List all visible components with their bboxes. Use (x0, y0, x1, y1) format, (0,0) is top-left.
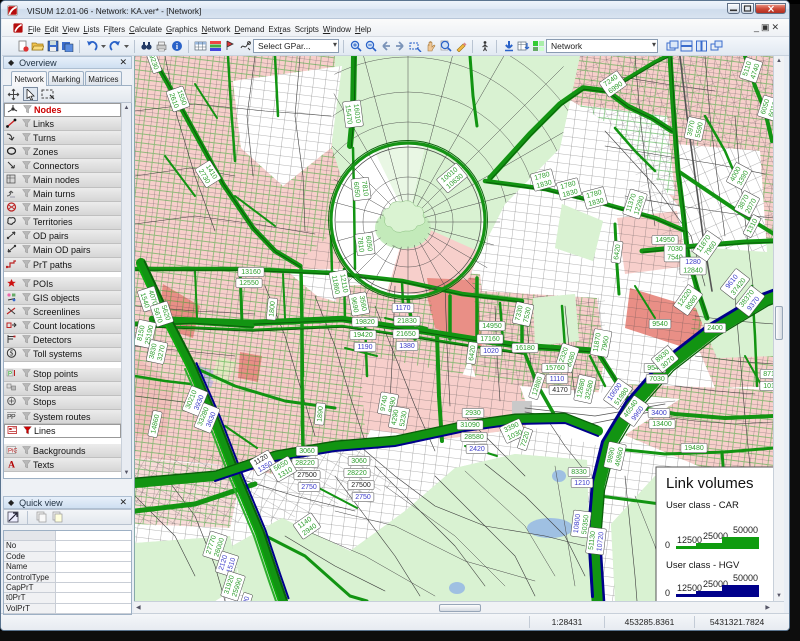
svg-text:Link volumes: Link volumes (666, 475, 754, 492)
svg-text:12550: 12550 (239, 280, 259, 287)
svg-text:13400: 13400 (652, 421, 672, 428)
svg-text:2750: 2750 (355, 494, 371, 501)
svg-text:2400: 2400 (707, 325, 723, 332)
svg-text:28220: 28220 (295, 460, 315, 467)
svg-text:1020: 1020 (483, 348, 499, 355)
svg-text:28580: 28580 (464, 434, 484, 441)
svg-text:A: A (8, 460, 15, 469)
svg-text:19820: 19820 (355, 319, 375, 326)
svg-text:13160: 13160 (241, 269, 261, 276)
svg-text:1170: 1170 (395, 305, 410, 312)
svg-text:21650: 21650 (396, 331, 416, 338)
svg-text:14950: 14950 (655, 237, 675, 244)
svg-text:27500: 27500 (297, 472, 317, 479)
svg-text:7030: 7030 (667, 246, 683, 253)
svg-text:PiG: PiG (8, 448, 17, 454)
svg-text:P: P (11, 414, 16, 421)
svg-text:7030: 7030 (649, 376, 665, 383)
svg-text:28220: 28220 (347, 470, 367, 477)
svg-text:27500: 27500 (351, 482, 371, 489)
svg-text:19420: 19420 (353, 332, 373, 339)
svg-text:12840: 12840 (683, 267, 703, 274)
svg-text:0: 0 (665, 588, 670, 598)
svg-text:0: 0 (665, 540, 670, 550)
svg-text:19480: 19480 (684, 445, 704, 452)
svg-text:2750: 2750 (301, 484, 317, 491)
svg-text:31090: 31090 (460, 422, 480, 429)
svg-text:17160: 17160 (480, 336, 500, 343)
svg-text:User class - HGV: User class - HGV (666, 560, 740, 571)
svg-text:3400: 3400 (651, 410, 667, 417)
svg-text:$: $ (10, 349, 14, 358)
svg-text:9540: 9540 (652, 321, 668, 328)
svg-text:1890: 1890 (317, 406, 325, 422)
svg-text:1110: 1110 (550, 376, 565, 383)
svg-text:15760: 15760 (545, 365, 565, 372)
svg-text:4170: 4170 (552, 387, 568, 394)
svg-text:1380: 1380 (399, 343, 415, 350)
svg-text:User class - CAR: User class - CAR (666, 500, 739, 511)
svg-text:1800: 1800 (269, 301, 277, 317)
svg-text:1190: 1190 (357, 344, 372, 351)
svg-text:1280: 1280 (685, 259, 701, 266)
svg-text:50000: 50000 (733, 525, 758, 535)
svg-text:3060: 3060 (299, 448, 315, 455)
svg-text:16180: 16180 (515, 345, 535, 352)
svg-text:2420: 2420 (469, 446, 485, 453)
svg-text:2930: 2930 (465, 410, 481, 417)
svg-text:14950: 14950 (482, 323, 502, 330)
svg-text:P: P (8, 372, 12, 378)
svg-text:3060: 3060 (351, 458, 367, 465)
svg-text:21830: 21830 (397, 318, 417, 325)
svg-text:1210: 1210 (574, 480, 590, 487)
svg-text:8330: 8330 (571, 469, 587, 476)
svg-text:50000: 50000 (733, 573, 758, 583)
